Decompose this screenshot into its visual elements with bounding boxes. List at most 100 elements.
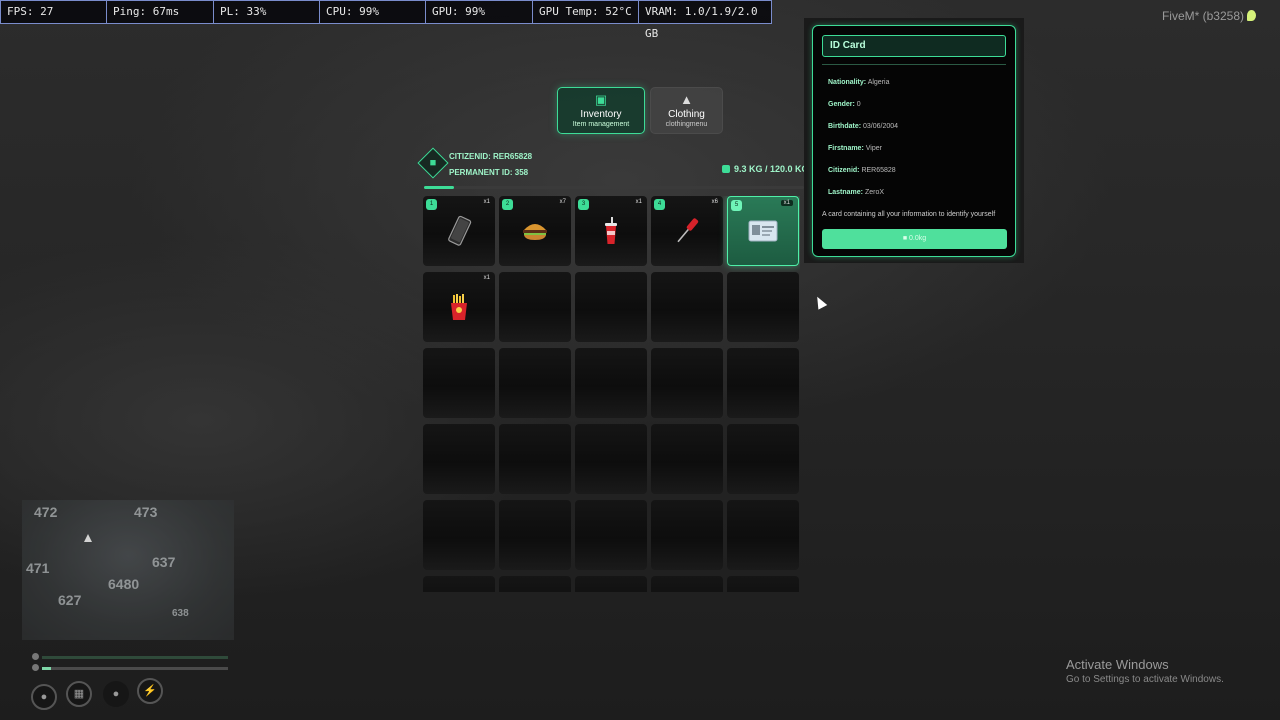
stat-item: Ping: 67ms bbox=[107, 1, 214, 23]
inventory-slot[interactable] bbox=[499, 348, 571, 418]
inventory-slot[interactable] bbox=[499, 576, 571, 592]
fivem-build-label: FiveM* (b3258) bbox=[1162, 9, 1256, 23]
tooltip-row: Nationality: Algeria bbox=[828, 79, 889, 86]
tooltip-divider bbox=[822, 64, 1006, 65]
inventory-slot[interactable]: 1 x1 bbox=[423, 196, 495, 266]
tooltip-row: Birthdate: 03/06/2004 bbox=[828, 123, 898, 130]
id-card-icon bbox=[728, 197, 798, 265]
activate-windows-subtitle: Go to Settings to activate Windows. bbox=[1066, 674, 1224, 685]
fivem-build-text: FiveM* (b3258) bbox=[1161, 9, 1244, 23]
minimap-label: 638 bbox=[172, 608, 189, 619]
tooltip-row: Gender: 0 bbox=[828, 101, 861, 108]
inventory-slot[interactable] bbox=[727, 424, 799, 494]
tab-inventory-title: Inventory bbox=[580, 109, 622, 120]
armor-fill bbox=[42, 667, 52, 670]
stat-item: CPU: 99% bbox=[320, 1, 426, 23]
armor-icon bbox=[32, 664, 39, 671]
inventory-slot[interactable] bbox=[423, 424, 495, 494]
tooltip-row: Lastname: ZeroX bbox=[828, 189, 884, 196]
inventory-slot[interactable]: 3 x1 bbox=[575, 196, 647, 266]
inventory-slot[interactable] bbox=[575, 272, 647, 342]
tooltip-weight-badge: ■ 0.0kg bbox=[822, 229, 1007, 249]
tooltip-row-value: ZeroX bbox=[864, 189, 885, 196]
weight-progress-bar bbox=[424, 186, 804, 189]
inventory-slot[interactable] bbox=[651, 272, 723, 342]
hunger-icon: ● bbox=[31, 684, 57, 710]
activate-windows-title: Activate Windows bbox=[1066, 657, 1169, 672]
minimap-label: 472 bbox=[34, 504, 58, 520]
inventory-slot[interactable] bbox=[423, 576, 495, 592]
inventory-slot[interactable] bbox=[499, 500, 571, 570]
item-tooltip-card: ID Card Nationality: Algeria Gender: 0 Bir… bbox=[812, 25, 1016, 257]
inventory-slot[interactable] bbox=[575, 500, 647, 570]
tab-inventory[interactable]: ▣ Inventory Item management bbox=[557, 87, 645, 134]
inventory-slot[interactable]: 4 x6 bbox=[651, 196, 723, 266]
inventory-slot[interactable] bbox=[727, 348, 799, 418]
inventory-weight: 9.3 KG / 120.0 KG bbox=[722, 164, 804, 174]
inventory-slot[interactable] bbox=[727, 500, 799, 570]
inventory-slot[interactable] bbox=[499, 272, 571, 342]
tooltip-row-key: Lastname: bbox=[828, 189, 864, 196]
inventory-slot[interactable] bbox=[651, 576, 723, 592]
tab-clothing[interactable]: ▲ Clothing clothingmenu bbox=[650, 87, 723, 134]
minimap-label: 627 bbox=[58, 592, 82, 608]
stat-item: GPU: 99% bbox=[426, 1, 533, 23]
soda-cup-icon bbox=[575, 196, 647, 266]
tooltip-row: Firstname: Viper bbox=[828, 145, 882, 152]
tooltip-row-key: Citizenid: bbox=[828, 167, 860, 174]
tooltip-weight-text: 0.0kg bbox=[909, 235, 927, 242]
mouse-cursor-icon bbox=[812, 294, 828, 310]
weight-icon bbox=[722, 165, 730, 173]
citizen-id-label: CITIZENID: RER65828 bbox=[449, 152, 533, 161]
inventory-slot[interactable] bbox=[575, 348, 647, 418]
stress-icon: ● bbox=[103, 681, 129, 707]
armor-bar bbox=[42, 667, 228, 670]
performance-stats-bar: FPS: 27 Ping: 67ms PL: 33% CPU: 99% GPU: 99%… bbox=[0, 0, 772, 40]
item-tooltip: ID Card Nationality: Algeria Gender: 0 Bir… bbox=[804, 18, 1024, 263]
tooltip-row-value: 03/06/2004 bbox=[863, 123, 899, 130]
inventory-slot[interactable] bbox=[651, 424, 723, 494]
inventory-slot[interactable]: 5 x1 bbox=[727, 196, 799, 266]
stamina-icon: ⚡ bbox=[137, 678, 163, 704]
inventory-slot[interactable] bbox=[727, 272, 799, 342]
screwdriver-icon bbox=[651, 196, 723, 266]
tooltip-row-key: Birthdate: bbox=[828, 123, 862, 130]
weight-progress-fill bbox=[424, 186, 454, 189]
thirst-icon: ▦ bbox=[66, 681, 92, 707]
inventory-slot[interactable]: x1 bbox=[423, 272, 495, 342]
inventory-slot[interactable] bbox=[423, 348, 495, 418]
tab-clothing-title: Clothing bbox=[668, 109, 705, 120]
backpack-icon: ▣ bbox=[594, 92, 608, 107]
health-bar bbox=[42, 656, 228, 659]
inventory-slot[interactable] bbox=[575, 576, 647, 592]
inventory-slot[interactable] bbox=[727, 576, 799, 592]
stat-item: FPS: 27 bbox=[1, 1, 107, 23]
tab-clothing-subtitle: clothingmenu bbox=[665, 121, 708, 128]
stat-item: VRAM: 1.0/1.9/2.0 GB bbox=[645, 5, 758, 40]
inventory-slot[interactable] bbox=[499, 424, 571, 494]
fivem-logo-icon bbox=[1247, 10, 1256, 21]
tooltip-row-value: Algeria bbox=[867, 79, 890, 86]
inventory-slot[interactable]: 2 x7 bbox=[499, 196, 571, 266]
health-icon bbox=[32, 653, 39, 660]
permanent-id-label: PERMANENT ID: 358 bbox=[449, 168, 529, 177]
phone-icon bbox=[423, 196, 495, 266]
shirt-icon: ▲ bbox=[680, 92, 693, 107]
inventory-slot[interactable] bbox=[651, 500, 723, 570]
stat-item: GPU Temp: 52°C bbox=[533, 1, 639, 23]
inventory-slot[interactable] bbox=[651, 348, 723, 418]
player-badge-icon: ■ bbox=[417, 147, 449, 179]
fries-icon bbox=[423, 272, 495, 342]
inventory-slot[interactable] bbox=[423, 500, 495, 570]
tooltip-row-value: RER65828 bbox=[861, 167, 896, 174]
tooltip-row-value: 0 bbox=[856, 101, 861, 108]
minimap-label: 637 bbox=[152, 554, 176, 570]
tooltip-row-key: Nationality: bbox=[828, 79, 867, 86]
tooltip-row: Citizenid: RER65828 bbox=[828, 167, 896, 174]
burger-icon bbox=[499, 196, 571, 266]
minimap-label: 473 bbox=[134, 504, 158, 520]
inventory-slot[interactable] bbox=[575, 424, 647, 494]
inventory-grid: 1 x1 2 x7 3 x1 4 x6 5 x1 x1 bbox=[423, 196, 800, 592]
stat-item: PL: 33% bbox=[214, 1, 320, 23]
minimap: 472 473 471 637 6480 627 638 bbox=[22, 500, 234, 640]
